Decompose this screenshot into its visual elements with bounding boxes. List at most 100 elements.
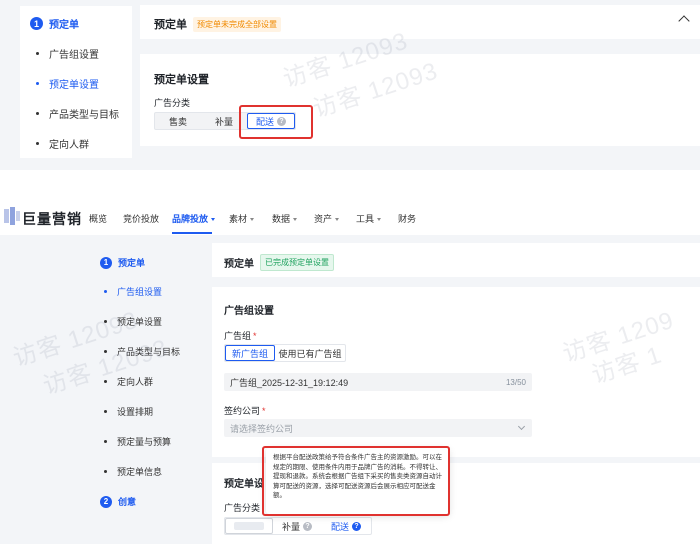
top-navbar: 巨量营销 概览 竞价投放 品牌投放 素材 数据 资产 工具 财务 [0,199,700,235]
group-mode-segmented: 新广告组 使用已有广告组 [224,344,346,362]
nav-label: 数据 [272,214,291,224]
label-text: 广告组 [224,331,252,341]
sidebar-item-label: 预定单信息 [117,467,163,477]
top-sidebar-step-order[interactable]: 1 预定单 [20,16,79,31]
ad-category-segmented: 补量 ? 配送 ? [224,517,372,535]
card-title: 预定单设置 [154,74,209,86]
bullet-icon [104,290,107,293]
nav-tools[interactable]: 工具 [356,212,382,225]
sidebar-item-audience[interactable]: 定向人群 [94,375,153,388]
nav-data[interactable]: 数据 [272,212,298,225]
nav-assets[interactable]: 资产 [314,212,340,225]
nav-finance[interactable]: 财务 [398,212,416,225]
sidebar-item-label: 定向人群 [117,377,154,387]
step-title: 创意 [118,497,137,507]
nav-bidding[interactable]: 竞价投放 [123,212,159,225]
sidebar-item-schedule[interactable]: 设置排期 [94,405,153,418]
dropdown-caret-icon [250,218,255,222]
sidebar-item-order-info[interactable]: 预定单信息 [94,465,162,478]
top-order-card: 预定单 预定单未完成全部设置 [140,5,700,39]
field-label-group: 广告组 * [224,329,257,342]
nav-label: 工具 [356,214,375,224]
top-sidebar-item-audience[interactable]: 定向人群 [20,136,89,151]
field-label: 广告分类 [224,503,261,513]
bullet-icon [36,82,39,85]
question-circle-icon[interactable]: ? [303,521,312,531]
sidebar-item-order-settings[interactable]: 预定单设置 [94,315,162,328]
bullet-icon [104,380,107,383]
bullet-icon [104,320,107,323]
sidebar-item-label: 预定单设置 [117,317,163,327]
company-select[interactable]: 请选择签约公司 [224,419,532,437]
option-new-group[interactable]: 新广告组 [225,345,275,361]
brand-name: 巨量营销 [22,211,82,227]
sidebar-step-creative[interactable]: 2 创意 [94,495,136,508]
sidebar-item-label: 广告组设置 [49,50,99,61]
card-title: 预定单设 [224,479,264,490]
nav-label: 品牌投放 [172,214,209,224]
sidebar-item-label: 设置排期 [117,407,154,417]
group-name-input[interactable]: 广告组_2025-12-31_19:12:49 13/50 [224,373,532,391]
bullet-icon [104,440,107,443]
label-text: 签约公司 [224,406,261,416]
card-title: 预定单 [224,259,254,270]
top-order-settings-card: 预定单设置 广告分类 售卖 补量 配送 ? [140,54,700,146]
sidebar-item-label: 定向人群 [49,140,89,151]
char-counter: 13/50 [505,377,526,387]
status-badge: 预定单未完成全部设置 [193,16,281,32]
dropdown-caret-icon [293,218,298,222]
nav-active-underline [172,232,212,234]
field-label: 广告分类 [154,98,191,108]
dropdown-caret-icon [335,218,340,222]
option-existing-group[interactable]: 使用已有广告组 [275,345,345,361]
bullet-icon [36,52,39,55]
status-badge: 已完成预定单设置 [260,254,334,271]
bullet-icon [104,350,107,353]
group-settings-card: 广告组设置 广告组 * 新广告组 使用已有广告组 广告组_2025-12-31_1… [212,287,700,457]
highlight-box [262,446,450,516]
card-title: 广告组设置 [224,306,274,317]
option-sale[interactable]: 售卖 [155,113,201,129]
bullet-icon [104,410,107,413]
sidebar-item-product[interactable]: 产品类型与目标 [94,345,180,358]
nav-brand[interactable]: 品牌投放 [172,212,216,225]
nav-overview[interactable]: 概览 [89,212,107,225]
step-number-badge: 1 [30,17,43,30]
nav-material[interactable]: 素材 [229,212,255,225]
sidebar-item-budget[interactable]: 预定量与预算 [94,435,171,448]
field-label-company: 签约公司 * [224,404,266,417]
bullet-icon [36,112,39,115]
top-sidebar-item-group[interactable]: 广告组设置 [20,46,99,61]
dropdown-caret-icon [377,218,382,222]
collapse-chevron-icon[interactable] [678,15,690,27]
sidebar-item-label: 预定量与预算 [117,437,172,447]
sidebar-item-label: 广告组设置 [117,287,163,297]
sidebar-step-order[interactable]: 1 预定单 [94,256,145,269]
required-mark: * [253,331,257,341]
nav-label: 素材 [229,214,248,224]
question-circle-icon[interactable]: ? [352,521,361,531]
top-sidebar-item-order-settings[interactable]: 预定单设置 [20,76,99,91]
nav-label: 财务 [398,214,417,224]
sidebar-item-label: 预定单设置 [49,80,99,91]
sidebar-item-group[interactable]: 广告组设置 [94,285,162,298]
sidebar-item-label: 产品类型与目标 [49,110,119,121]
blurred-label [234,522,264,530]
select-placeholder: 请选择签约公司 [230,423,294,434]
sidebar-item-label: 产品类型与目标 [117,347,181,357]
step-number-badge: 2 [100,495,112,508]
step-number-badge: 1 [100,256,112,269]
order-card: 预定单 已完成预定单设置 [212,243,700,277]
option-blurred[interactable] [225,518,273,534]
option-makeup[interactable]: 补量 ? [273,518,321,534]
card-title: 预定单 [154,19,187,31]
input-value: 广告组_2025-12-31_19:12:49 [230,377,349,388]
brand-logo-icon [4,207,20,225]
top-screenshot-panel: 1 预定单 广告组设置 预定单设置 产品类型与目标 定向人群 预定单 预定单未完… [0,0,700,170]
bullet-icon [36,142,39,145]
nav-label: 资产 [314,214,333,224]
top-sidebar-item-product[interactable]: 产品类型与目标 [20,106,119,121]
option-label: 配送 [330,521,349,532]
option-gift[interactable]: 配送 ? [321,518,371,534]
step-title: 预定单 [118,258,146,268]
